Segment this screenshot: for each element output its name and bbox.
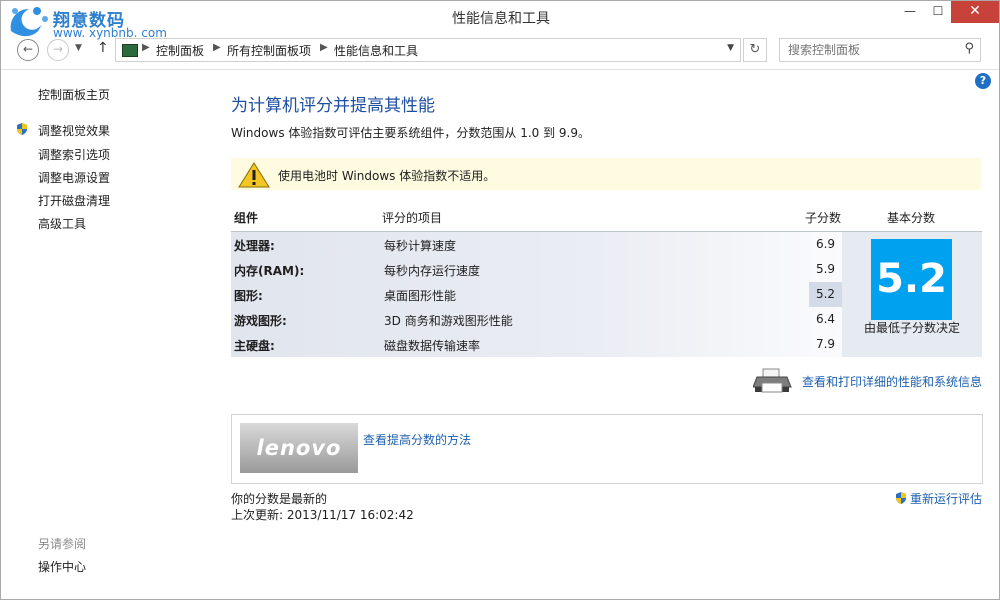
uac-shield-icon xyxy=(896,492,906,504)
header-component: 组件 xyxy=(234,211,259,225)
header-subscore: 子分数 xyxy=(805,211,842,225)
rated-item: 每秒内存运行速度 xyxy=(384,264,481,278)
up-button[interactable]: ↑ xyxy=(97,40,109,56)
breadcrumb-all-items[interactable]: 所有控制面板项 xyxy=(227,42,311,59)
minimize-button[interactable]: — xyxy=(895,1,925,23)
score-table: 组件 评分的项目 子分数 基本分数 处理器: 每秒计算速度 6.9 内存(RAM… xyxy=(231,203,982,357)
rerun-assessment-button[interactable]: 重新运行评估 xyxy=(894,490,984,506)
sidebar-item-visual-effects[interactable]: 调整视觉效果 xyxy=(38,122,110,139)
sidebar-item-advanced-tools[interactable]: 高级工具 xyxy=(38,215,86,232)
printer-icon xyxy=(753,368,792,393)
lowest-subscore: 5.2 xyxy=(809,282,842,307)
warning-text: 使用电池时 Windows 体验指数不适用。 xyxy=(278,169,496,183)
component-name: 内存(RAM): xyxy=(234,264,305,278)
see-also-heading: 另请参阅 xyxy=(38,537,87,551)
control-panel-icon xyxy=(122,44,138,57)
breadcrumb-separator-icon[interactable]: ▶ xyxy=(213,42,221,53)
breadcrumb-separator-icon[interactable]: ▶ xyxy=(142,42,150,53)
component-name: 图形: xyxy=(234,289,263,303)
base-score-panel: 5.2 由最低子分数决定 xyxy=(842,232,982,357)
address-bar[interactable]: ▶ 控制面板 ▶ 所有控制面板项 ▶ 性能信息和工具 ▼ xyxy=(115,38,741,62)
search-box[interactable]: ⚲ xyxy=(779,38,981,62)
sidebar-item-power[interactable]: 调整电源设置 xyxy=(38,169,110,186)
help-icon[interactable]: ? xyxy=(975,73,991,89)
table-row: 游戏图形: 3D 商务和游戏图形性能 6.4 xyxy=(231,307,842,332)
breadcrumb-separator-icon[interactable]: ▶ xyxy=(320,42,328,53)
header-base-score: 基本分数 xyxy=(887,211,936,225)
print-details-row[interactable]: 查看和打印详细的性能和系统信息 xyxy=(753,365,983,395)
window: 翔意数码 www. xynbnb. com 性能信息和工具 — ☐ ✕ ← → … xyxy=(0,0,1000,600)
header-rated-item: 评分的项目 xyxy=(382,211,443,225)
subscore: 7.9 xyxy=(815,337,836,351)
sidebar-item-indexing[interactable]: 调整索引选项 xyxy=(38,146,110,163)
breadcrumb-control-panel[interactable]: 控制面板 xyxy=(156,42,204,59)
rated-item: 3D 商务和游戏图形性能 xyxy=(384,314,513,328)
back-button[interactable]: ← xyxy=(17,39,39,61)
subscore: 5.9 xyxy=(815,262,836,276)
subscore: 6.4 xyxy=(815,312,836,326)
page-description: Windows 体验指数可评估主要系统组件，分数范围从 1.0 到 9.9。 xyxy=(231,126,590,140)
print-details-link[interactable]: 查看和打印详细的性能和系统信息 xyxy=(802,373,982,390)
table-row: 主硬盘: 磁盘数据传输速率 7.9 xyxy=(231,332,842,357)
address-toolbar: ← → ▼ ↑ ▶ 控制面板 ▶ 所有控制面板项 ▶ 性能信息和工具 ▼ ↻ ⚲ xyxy=(1,35,999,65)
last-update: 上次更新: 2013/11/17 16:02:42 xyxy=(231,508,414,522)
battery-warning-banner: 使用电池时 Windows 体验指数不适用。 xyxy=(231,158,981,190)
improve-score-link[interactable]: 查看提高分数的方法 xyxy=(363,431,471,448)
component-name: 处理器: xyxy=(234,239,275,253)
uac-shield-icon xyxy=(17,123,27,135)
maximize-button[interactable]: ☐ xyxy=(923,1,953,23)
recent-locations-icon[interactable]: ▼ xyxy=(75,43,82,53)
sidebar: 控制面板主页 调整视觉效果 调整索引选项 调整电源设置 打开磁盘清理 高级工具 … xyxy=(1,71,211,597)
sidebar-item-disk-cleanup[interactable]: 打开磁盘清理 xyxy=(38,192,110,209)
sidebar-home-link[interactable]: 控制面板主页 xyxy=(38,86,110,103)
rated-item: 磁盘数据传输速率 xyxy=(384,339,481,353)
subscore: 6.9 xyxy=(815,237,836,251)
search-input[interactable] xyxy=(786,42,960,58)
component-name: 主硬盘: xyxy=(234,339,275,353)
search-icon[interactable]: ⚲ xyxy=(964,41,974,56)
rated-item: 每秒计算速度 xyxy=(384,239,457,253)
page-title: 为计算机评分并提高其性能 xyxy=(231,96,435,116)
forward-button[interactable]: → xyxy=(47,39,69,61)
score-status: 你的分数是最新的 xyxy=(231,492,328,506)
breadcrumb-performance[interactable]: 性能信息和工具 xyxy=(334,42,418,59)
table-row: 处理器: 每秒计算速度 6.9 xyxy=(231,232,842,257)
rated-item: 桌面图形性能 xyxy=(384,289,457,303)
base-score-tile: 5.2 xyxy=(871,239,952,320)
toolbar-divider xyxy=(1,69,999,70)
lenovo-logo: lenovo xyxy=(240,423,358,473)
close-button[interactable]: ✕ xyxy=(951,1,999,23)
improve-score-panel: lenovo 查看提高分数的方法 xyxy=(231,414,983,484)
component-name: 游戏图形: xyxy=(234,314,287,328)
rerun-assessment-link[interactable]: 重新运行评估 xyxy=(910,490,982,507)
window-title: 性能信息和工具 xyxy=(452,11,550,27)
table-row: 图形: 桌面图形性能 5.2 xyxy=(231,282,842,307)
base-score-note: 由最低子分数决定 xyxy=(863,321,960,335)
warning-icon xyxy=(238,162,270,188)
sidebar-item-action-center[interactable]: 操作中心 xyxy=(38,558,86,575)
address-dropdown-icon[interactable]: ▼ xyxy=(727,43,734,53)
refresh-button[interactable]: ↻ xyxy=(743,38,767,62)
table-row: 内存(RAM): 每秒内存运行速度 5.9 xyxy=(231,257,842,282)
title-bar: 翔意数码 www. xynbnb. com 性能信息和工具 — ☐ ✕ xyxy=(1,1,999,40)
